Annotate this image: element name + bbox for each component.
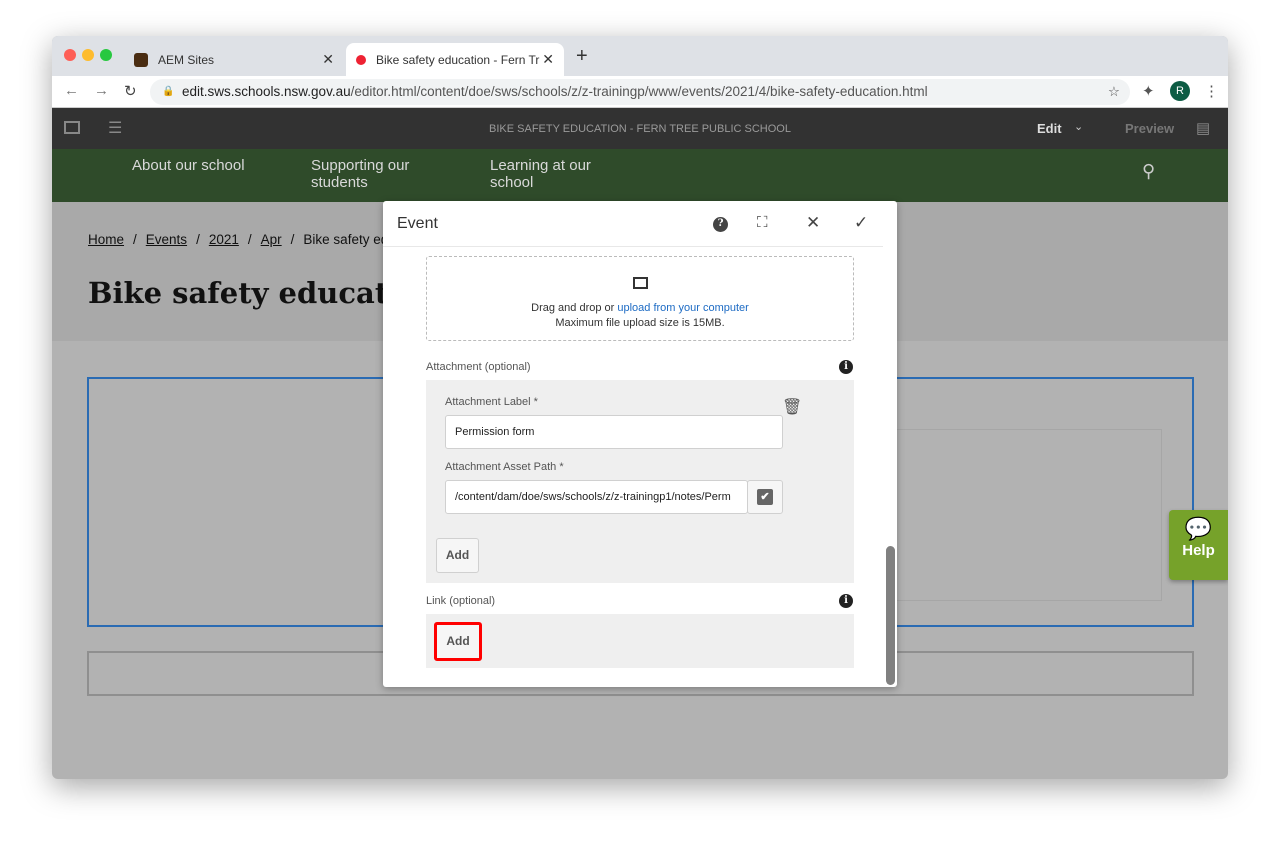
check-icon: ✔ bbox=[757, 489, 773, 505]
nav-item-supporting[interactable]: Supporting our students bbox=[311, 157, 431, 191]
image-icon bbox=[633, 277, 648, 289]
chat-bubbles-icon: 💬 bbox=[1184, 516, 1213, 541]
nav-item-learning[interactable]: Learning at our school bbox=[490, 157, 610, 191]
close-tab-icon[interactable]: ✕ bbox=[322, 51, 334, 68]
close-tab-icon[interactable]: ✕ bbox=[542, 51, 554, 68]
attachment-label-label: Attachment Label * bbox=[445, 396, 538, 408]
url-path: /editor.html/content/doe/sws/schools/z/z… bbox=[350, 84, 928, 99]
delete-trash-icon[interactable]: 🗑 bbox=[782, 397, 802, 417]
extensions-icon[interactable]: ✦ bbox=[1142, 82, 1155, 100]
dialog-title: Event bbox=[397, 215, 438, 232]
close-window-button[interactable] bbox=[64, 49, 76, 61]
url-host: edit.sws.schools.nsw.gov.au bbox=[182, 84, 351, 99]
add-attachment-button[interactable]: Add bbox=[436, 538, 479, 573]
info-icon[interactable]: i bbox=[839, 594, 853, 608]
info-icon[interactable]: i bbox=[839, 360, 853, 374]
dialog-scrollbar[interactable] bbox=[886, 546, 895, 685]
minimize-window-button[interactable] bbox=[82, 49, 94, 61]
bookmark-star-icon[interactable]: ☆ bbox=[1108, 79, 1120, 105]
close-icon[interactable]: ✕ bbox=[806, 213, 820, 233]
upload-dropzone[interactable]: Drag and drop or upload from your comput… bbox=[426, 256, 854, 341]
tab-label: Bike safety education - Fern Tr bbox=[376, 52, 540, 67]
annotations-icon[interactable]: ▤ bbox=[1196, 119, 1210, 137]
preview-button[interactable]: Preview bbox=[1125, 121, 1174, 136]
upload-link[interactable]: upload from your computer bbox=[617, 302, 748, 314]
menu-icon[interactable]: ⋮ bbox=[1204, 82, 1219, 100]
help-button[interactable]: 💬 Help bbox=[1169, 510, 1228, 580]
back-icon[interactable]: ← bbox=[64, 82, 79, 99]
upload-text: Drag and drop or bbox=[531, 302, 618, 314]
breadcrumb: Home / Events/2021/Apr / Bike safety educati… bbox=[88, 232, 432, 247]
forward-icon[interactable]: → bbox=[94, 82, 109, 99]
profile-avatar[interactable]: R bbox=[1170, 81, 1190, 101]
tab-bar: AEM Sites ✕ Bike safety education - Fern… bbox=[52, 36, 1228, 76]
new-tab-button[interactable]: + bbox=[576, 45, 588, 68]
tab-label: AEM Sites bbox=[158, 52, 215, 67]
url-input[interactable]: 🔒 edit.sws.schools.nsw.gov.au/editor.htm… bbox=[150, 79, 1130, 105]
fullscreen-icon[interactable]: ⛶ bbox=[757, 214, 768, 231]
attachment-label-input[interactable]: Permission form bbox=[445, 415, 783, 449]
maximize-window-button[interactable] bbox=[100, 49, 112, 61]
search-icon[interactable]: ⚲ bbox=[1142, 162, 1155, 180]
attachment-panel: Attachment Label * 🗑 Permission form Att… bbox=[426, 380, 854, 583]
breadcrumb-2021[interactable]: 2021 bbox=[209, 232, 239, 247]
aem-favicon-icon bbox=[134, 52, 148, 67]
breadcrumb-apr[interactable]: Apr bbox=[261, 232, 282, 247]
link-section-label: Link (optional) bbox=[426, 595, 496, 607]
dialog-body: Drag and drop or upload from your comput… bbox=[383, 246, 883, 687]
add-link-button[interactable]: Add bbox=[434, 622, 482, 661]
tab-bike-safety[interactable]: Bike safety education - Fern Tr ✕ bbox=[346, 43, 564, 76]
address-bar: ← → ↻ 🔒 edit.sws.schools.nsw.gov.au/edit… bbox=[52, 76, 1228, 108]
nav-item-about[interactable]: About our school bbox=[132, 157, 245, 174]
attachment-section-label: Attachment (optional) bbox=[426, 361, 531, 373]
done-check-icon[interactable]: ✓ bbox=[854, 213, 868, 233]
lock-icon: 🔒 bbox=[162, 86, 175, 97]
attachment-path-input[interactable]: /content/dam/doe/sws/schools/z/z-trainin… bbox=[445, 480, 748, 514]
upload-limit: Maximum file upload size is 15MB. bbox=[555, 317, 725, 329]
site-navigation: About our school Supporting our students… bbox=[52, 149, 1228, 202]
link-panel: Add bbox=[426, 614, 854, 668]
reload-icon[interactable]: ↻ bbox=[124, 82, 137, 100]
help-icon[interactable]: ? bbox=[713, 217, 728, 232]
browse-asset-button[interactable]: ✔ bbox=[747, 480, 783, 514]
mode-select[interactable]: Edit bbox=[1037, 121, 1062, 136]
tab-aem-sites[interactable]: AEM Sites ✕ bbox=[124, 43, 344, 76]
event-dialog: Event ? ⛶ ✕ ✓ Drag and drop or upload fr… bbox=[383, 201, 897, 687]
editor-toolbar: ☰ BIKE SAFETY EDUCATION - FERN TREE PUBL… bbox=[52, 108, 1228, 149]
chevron-down-icon[interactable]: ⌄ bbox=[1074, 120, 1083, 133]
breadcrumb-events[interactable]: Events bbox=[146, 232, 187, 247]
breadcrumb-home[interactable]: Home bbox=[88, 232, 124, 247]
attachment-path-label: Attachment Asset Path * bbox=[445, 461, 564, 473]
help-label: Help bbox=[1182, 542, 1215, 559]
nsw-favicon-icon bbox=[356, 54, 366, 65]
